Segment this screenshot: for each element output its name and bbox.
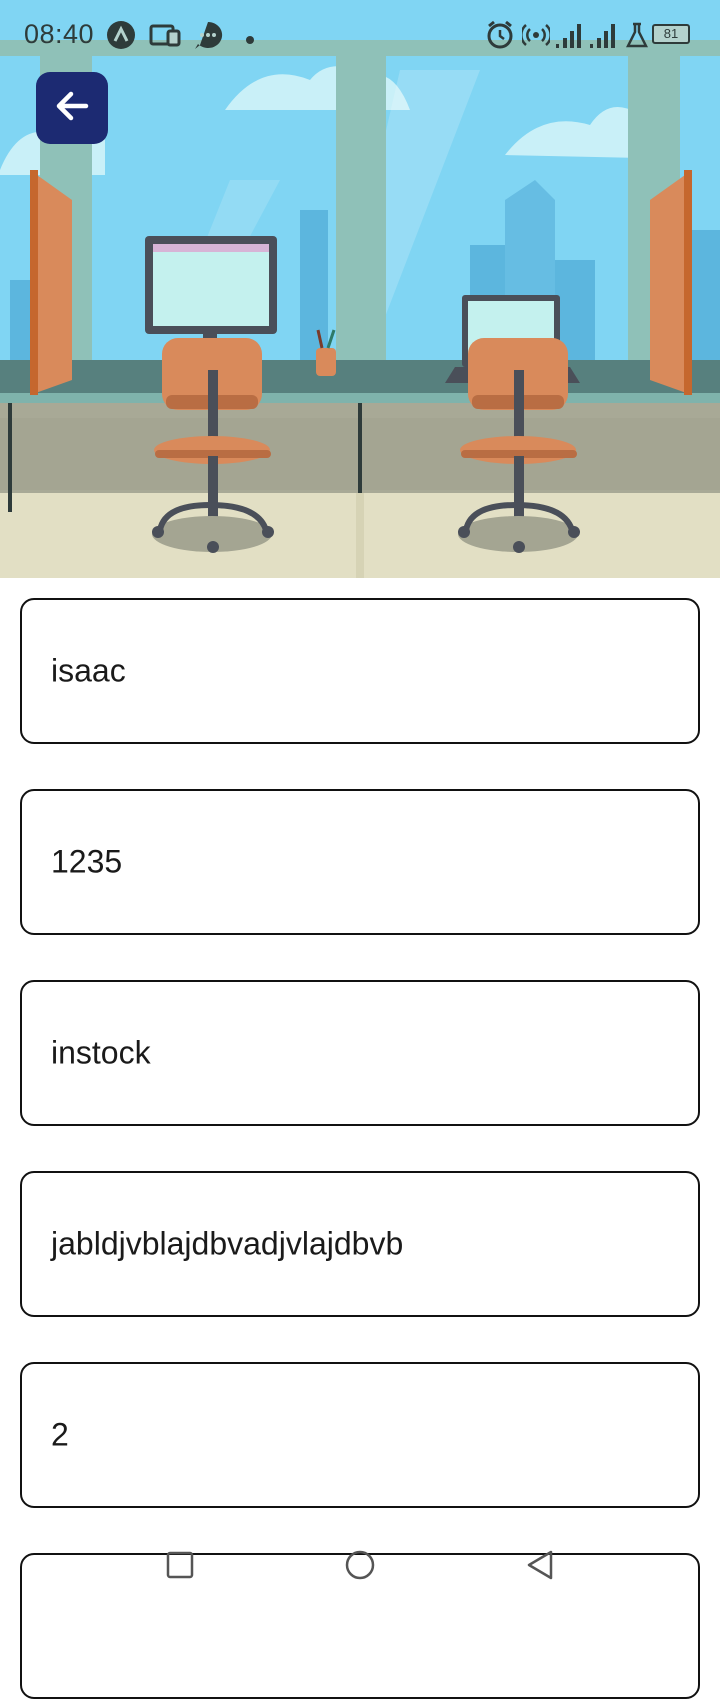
text-field-quantity[interactable]: 2 [20, 1362, 700, 1508]
signal-icon [556, 20, 586, 55]
chat-bubble-icon [192, 20, 224, 55]
dot-icon [246, 31, 254, 49]
lab-flask-icon [625, 20, 649, 55]
field-value: 2 [51, 1416, 69, 1453]
field-value: 1235 [51, 843, 123, 880]
a-app-icon [106, 20, 136, 55]
signal-icon [590, 20, 620, 55]
home-circle-icon[interactable] [335, 1540, 385, 1590]
status-time: 08:40 [24, 19, 95, 49]
field-value: isaac [51, 652, 126, 689]
text-field-name[interactable]: isaac [20, 598, 700, 744]
back-button[interactable] [36, 72, 108, 144]
office-illustration-svg [0, 0, 720, 578]
arrow-left-icon [52, 86, 92, 131]
field-value: jabldjvblajdbvadjvlajdbvb [51, 1225, 404, 1262]
recents-square-icon[interactable] [155, 1540, 205, 1590]
field-value: instock [51, 1034, 151, 1071]
status-bar: 08:40 81 [0, 0, 720, 72]
system-nav-bar [0, 1530, 720, 1600]
hotspot-icon [520, 20, 552, 55]
text-field-description[interactable]: jabldjvblajdbvadjvlajdbvb [20, 1171, 700, 1317]
back-triangle-icon[interactable] [515, 1540, 565, 1590]
battery-icon: 81 [652, 24, 690, 44]
text-field-status[interactable]: instock [20, 980, 700, 1126]
cast-device-icon [148, 20, 182, 55]
text-field-code[interactable]: 1235 [20, 789, 700, 935]
alarm-icon [486, 20, 514, 55]
header-illustration [0, 0, 720, 578]
